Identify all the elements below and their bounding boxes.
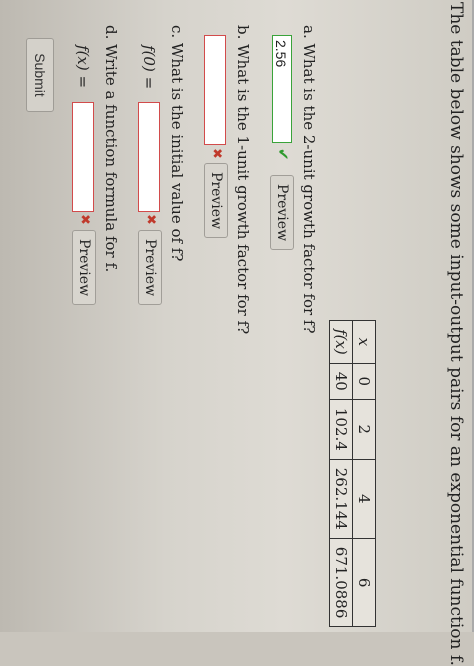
question-intro: The table below shows some input-output … bbox=[446, 2, 466, 666]
question-frame: The table below shows some input-output … bbox=[0, 0, 474, 666]
table-header-x: x bbox=[352, 320, 376, 364]
part-c-prefix: f(0) = bbox=[140, 45, 158, 90]
table-cell: 2 bbox=[352, 399, 376, 460]
table-cell: 262.144 bbox=[329, 459, 353, 539]
part-d-prefix: f(x) = bbox=[74, 45, 92, 89]
table-cell: 671.0886 bbox=[329, 538, 353, 627]
part-b-label: b. What is the 1-unit growth factor for … bbox=[234, 25, 252, 335]
table-cell: 40 bbox=[329, 363, 353, 400]
x-icon: ✖ bbox=[77, 214, 92, 225]
part-c-preview-button[interactable]: Preview bbox=[138, 230, 162, 306]
table-cell: 6 bbox=[352, 538, 376, 627]
table-cell: 102.4 bbox=[329, 399, 353, 460]
table-header-fx: f(x) bbox=[329, 320, 353, 364]
part-a-answer-input[interactable]: 2.56 bbox=[272, 35, 292, 143]
table-cell: 4 bbox=[352, 459, 376, 539]
part-d-answer-input[interactable] bbox=[72, 102, 94, 212]
table-cell: 0 bbox=[352, 363, 376, 400]
table-row: f(x) 40 102.4 262.144 671.0886 bbox=[329, 320, 353, 627]
check-icon: ✔ bbox=[274, 148, 292, 161]
part-b-preview-button[interactable]: Preview bbox=[204, 163, 228, 239]
x-icon: ✖ bbox=[209, 148, 224, 159]
x-icon: ✖ bbox=[143, 214, 158, 225]
part-b-answer-input[interactable] bbox=[204, 35, 226, 145]
part-a-label: a. What is the 2-unit growth factor for … bbox=[300, 25, 318, 334]
part-d-label: d. Write a function formula for f. bbox=[102, 25, 120, 273]
part-d-preview-button[interactable]: Preview bbox=[72, 230, 96, 306]
table-row: x 0 2 4 6 bbox=[352, 320, 376, 627]
input-output-table: x 0 2 4 6 f(x) 40 102.4 262.144 671.0886 bbox=[329, 320, 376, 628]
part-c-label: c. What is the initial value of f? bbox=[168, 25, 186, 262]
part-c-answer-input[interactable] bbox=[138, 102, 160, 212]
part-a-preview-button[interactable]: Preview bbox=[270, 175, 294, 251]
submit-button[interactable]: Submit bbox=[26, 38, 54, 112]
